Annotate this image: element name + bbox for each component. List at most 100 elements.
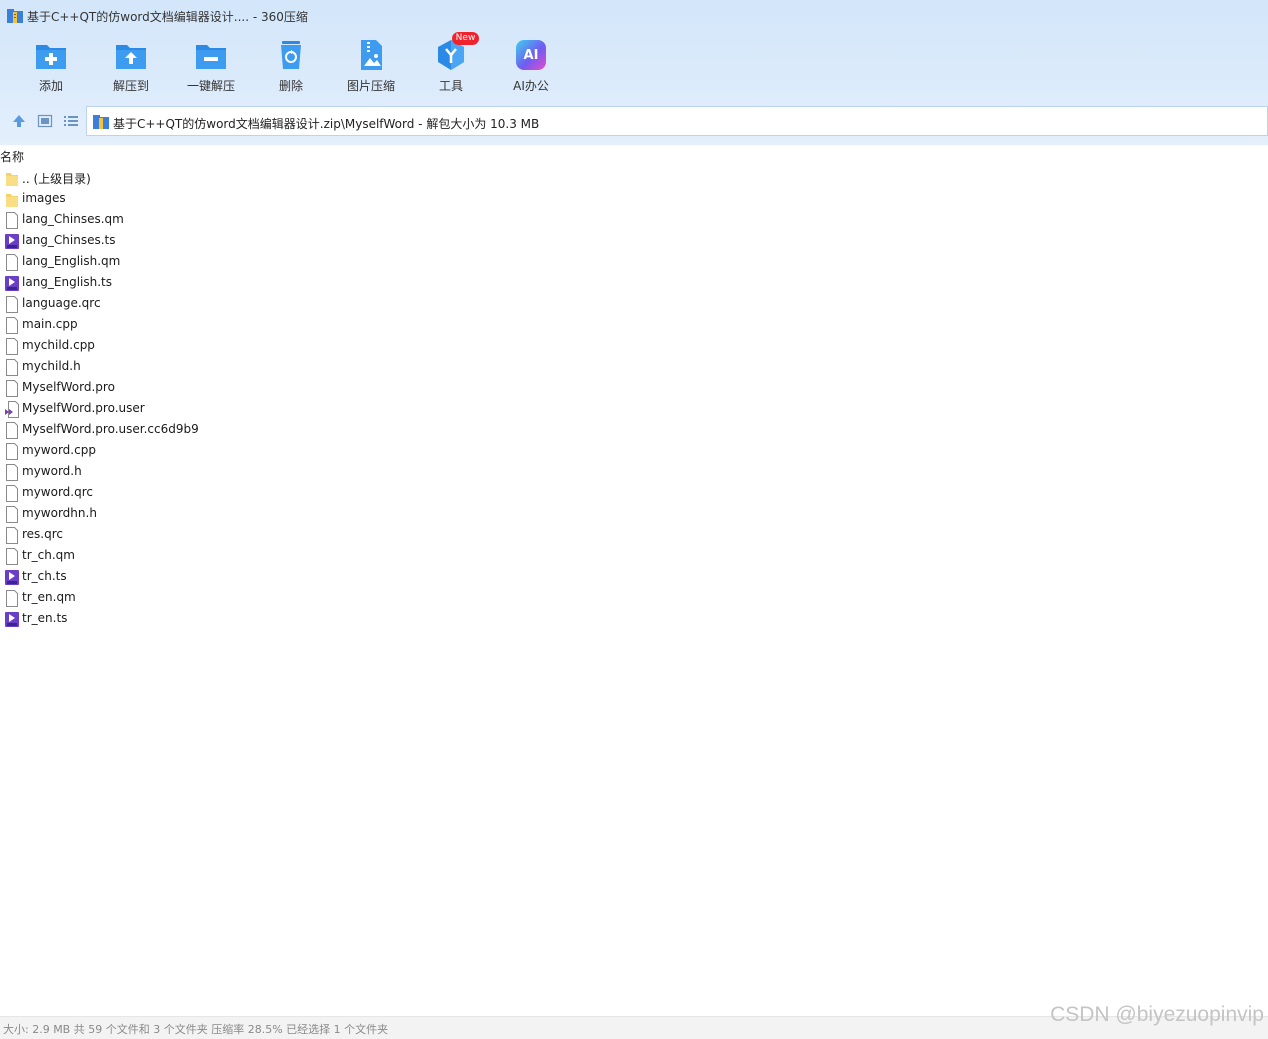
file-row[interactable]: tr_en.ts	[0, 609, 600, 630]
extract-to-icon	[116, 45, 146, 69]
folder-icon	[6, 173, 18, 186]
file-name: main.cpp	[22, 317, 78, 331]
ts-file-icon	[5, 276, 19, 291]
top-area: 基于C++QT的仿word文档编辑器设计.... - 360压缩 添加 解压到 …	[0, 0, 1268, 145]
file-icon	[6, 422, 18, 439]
file-row[interactable]: tr_en.qm	[0, 588, 600, 609]
file-row[interactable]: MyselfWord.pro.user.cc6d9b9	[0, 420, 600, 441]
file-name: lang_English.ts	[22, 275, 113, 289]
file-name: myword.qrc	[22, 485, 93, 499]
file-row[interactable]: myword.qrc	[0, 483, 600, 504]
file-name: tr_en.qm	[22, 590, 76, 604]
file-icon	[6, 590, 18, 607]
file-row[interactable]: language.qrc	[0, 294, 600, 315]
file-icon	[6, 485, 18, 502]
address-row: 基于C++QT的仿word文档编辑器设计.zip\MyselfWord - 解包…	[0, 106, 1268, 136]
file-row[interactable]: tr_ch.ts	[0, 567, 600, 588]
file-icon	[6, 506, 18, 523]
file-icon	[6, 548, 18, 565]
image-compress-label: 图片压缩	[346, 79, 395, 93]
archive-app-icon	[7, 9, 23, 23]
file-name: myword.cpp	[22, 443, 96, 457]
file-name: tr_ch.ts	[22, 569, 67, 583]
image-compress-icon	[361, 40, 382, 70]
add-button[interactable]: 添加	[15, 38, 87, 96]
ts-file-icon	[5, 612, 19, 627]
file-name: mychild.cpp	[22, 338, 95, 352]
file-icon	[6, 359, 18, 376]
column-header: 名称	[0, 145, 1268, 167]
folder-row[interactable]: .. (上级目录)	[0, 168, 600, 189]
file-name: .. (上级目录)	[22, 172, 91, 186]
file-name: res.qrc	[22, 527, 64, 541]
file-icon	[6, 338, 18, 355]
delete-label: 删除	[278, 79, 303, 93]
one-click-extract-label: 一键解压	[186, 79, 235, 93]
one-click-extract-icon	[196, 45, 226, 69]
add-label: 添加	[38, 79, 63, 93]
file-row[interactable]: mychild.cpp	[0, 336, 600, 357]
extract-to-label: 解压到	[112, 79, 149, 93]
file-name: MyselfWord.pro.user	[22, 401, 145, 415]
watermark: CSDN @biyezuopinvip	[1050, 1003, 1264, 1026]
file-name: lang_English.qm	[22, 254, 121, 268]
file-row[interactable]: lang_English.ts	[0, 273, 600, 294]
tools-button[interactable]: 工具	[415, 38, 487, 96]
file-row[interactable]: MyselfWord.pro.user	[0, 399, 600, 420]
file-row[interactable]: mychild.h	[0, 357, 600, 378]
file-row[interactable]: myword.h	[0, 462, 600, 483]
ts-file-icon	[5, 570, 19, 585]
file-name: MyselfWord.pro	[22, 380, 115, 394]
file-icon	[6, 443, 18, 460]
folder-row[interactable]: images	[0, 189, 600, 210]
file-icon	[6, 464, 18, 481]
file-icon	[6, 380, 18, 397]
file-row[interactable]: main.cpp	[0, 315, 600, 336]
new-badge: New	[452, 32, 479, 45]
file-name: tr_en.ts	[22, 611, 68, 625]
window-title: 基于C++QT的仿word文档编辑器设计.... - 360压缩	[27, 10, 308, 24]
up-arrow-icon[interactable]	[11, 113, 27, 129]
file-icon	[6, 212, 18, 229]
user-settings-file-icon	[5, 401, 19, 418]
file-row[interactable]: lang_Chinses.qm	[0, 210, 600, 231]
tools-label: 工具	[438, 79, 463, 93]
one-click-extract-button[interactable]: 一键解压	[175, 38, 247, 96]
file-row[interactable]: tr_ch.qm	[0, 546, 600, 567]
ai-office-icon: AI	[516, 40, 546, 70]
file-icon	[6, 527, 18, 544]
image-compress-button[interactable]: 图片压缩	[335, 38, 407, 96]
file-row[interactable]: lang_English.qm	[0, 252, 600, 273]
add-folder-icon	[36, 45, 66, 69]
extract-to-button[interactable]: 解压到	[95, 38, 167, 96]
file-list: .. (上级目录) images lang_Chinses.qm lang_Chins…	[0, 168, 600, 630]
ai-office-button[interactable]: AI AI办公	[495, 38, 567, 96]
file-name: language.qrc	[22, 296, 101, 310]
address-bar[interactable]: 基于C++QT的仿word文档编辑器设计.zip\MyselfWord - 解包…	[86, 106, 1268, 136]
column-name-header[interactable]: 名称	[0, 148, 24, 165]
title-bar: 基于C++QT的仿word文档编辑器设计.... - 360压缩	[0, 0, 1268, 32]
file-name: lang_Chinses.qm	[22, 212, 124, 226]
file-name: mychild.h	[22, 359, 81, 373]
file-icon	[6, 317, 18, 334]
delete-button[interactable]: 删除	[255, 38, 327, 96]
file-row[interactable]: MyselfWord.pro	[0, 378, 600, 399]
file-name: MyselfWord.pro.user.cc6d9b9	[22, 422, 199, 436]
file-name: tr_ch.qm	[22, 548, 75, 562]
file-name: mywordhn.h	[22, 506, 97, 520]
file-row[interactable]: mywordhn.h	[0, 504, 600, 525]
ai-office-label: AI办公	[513, 79, 549, 93]
file-name: lang_Chinses.ts	[22, 233, 116, 247]
recycle-delete-icon	[281, 41, 301, 69]
ai-icon-text: AI	[523, 47, 539, 63]
file-icon	[6, 296, 18, 313]
file-row[interactable]: myword.cpp	[0, 441, 600, 462]
thumbnail-view-icon[interactable]	[37, 113, 53, 129]
file-name: images	[22, 191, 66, 205]
file-row[interactable]: res.qrc	[0, 525, 600, 546]
folder-icon	[6, 194, 18, 207]
file-row[interactable]: lang_Chinses.ts	[0, 231, 600, 252]
list-view-icon[interactable]	[63, 113, 79, 129]
file-icon	[6, 254, 18, 271]
status-text: 大小: 2.9 MB 共 59 个文件和 3 个文件夹 压缩率 28.5% 已经…	[3, 1023, 389, 1036]
